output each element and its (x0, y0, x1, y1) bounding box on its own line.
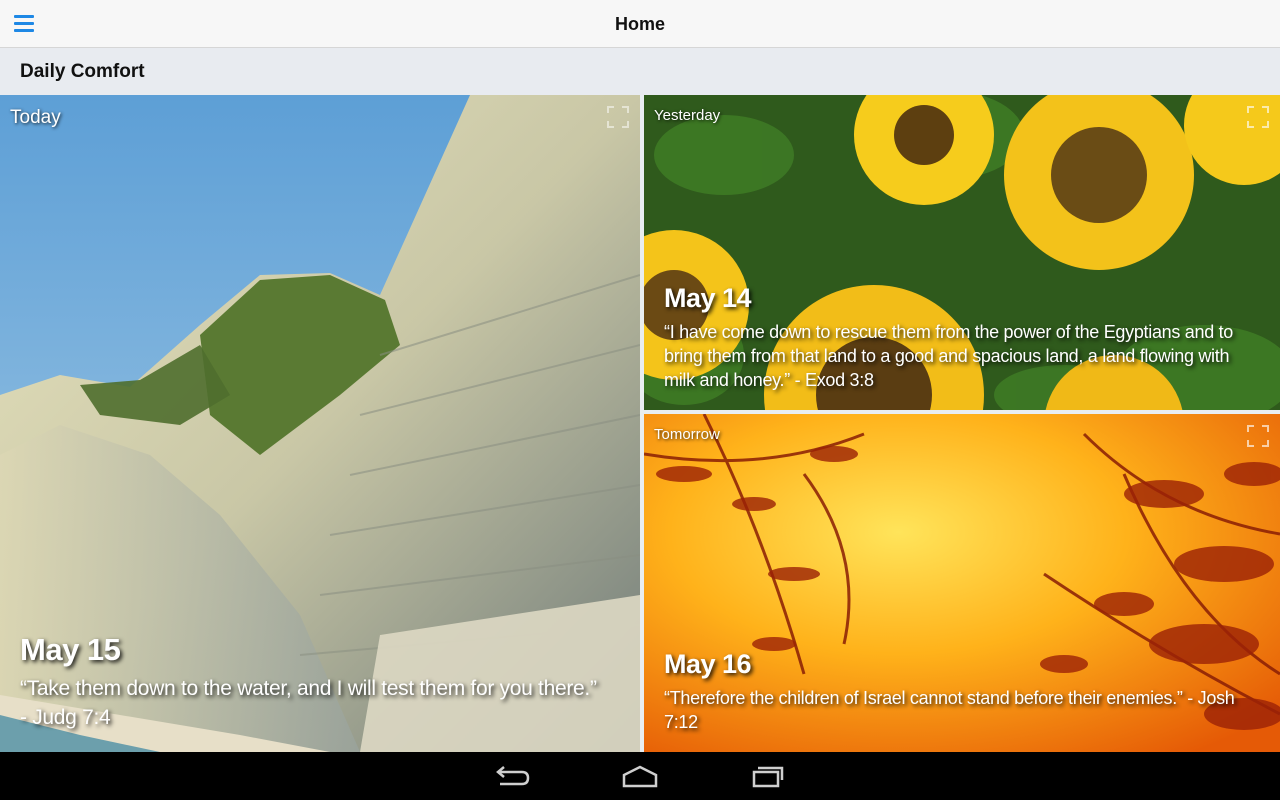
card-today-verse: “Take them down to the water, and I will… (20, 677, 597, 729)
action-bar: Home (0, 0, 1280, 48)
card-yesterday[interactable]: Yesterday May 14 “I have come down to re… (644, 95, 1280, 410)
card-yesterday-date: May 14 (664, 283, 752, 313)
section-title: Daily Comfort (20, 61, 145, 82)
card-yesterday-label: Yesterday (654, 107, 721, 124)
card-tomorrow-text: May 16 “Therefore the children of Israel… (664, 649, 1240, 734)
recent-apps-icon[interactable] (744, 762, 792, 790)
card-tomorrow-verse: “Therefore the children of Israel cannot… (664, 688, 1235, 732)
card-yesterday-verse: “I have come down to rescue them from th… (664, 322, 1234, 390)
card-tomorrow[interactable]: Tomorrow May 16 “Therefore the children … (644, 414, 1280, 752)
card-yesterday-text: May 14 “I have come down to rescue them … (664, 283, 1240, 392)
expand-icon[interactable] (1246, 105, 1270, 129)
card-today-label: Today (10, 107, 61, 128)
card-tomorrow-label: Tomorrow (654, 426, 720, 443)
home-icon[interactable] (616, 762, 664, 790)
page-title: Home (614, 14, 665, 34)
card-today-text: May 15 “Take them down to the water, and… (20, 632, 600, 732)
card-today-date: May 15 (20, 632, 121, 667)
card-grid: Today May 15 “Take them down to the wate… (0, 95, 1280, 752)
expand-icon[interactable] (1246, 424, 1270, 448)
back-icon[interactable] (488, 762, 536, 790)
menu-icon[interactable] (6, 6, 42, 42)
system-nav-bar (0, 752, 1280, 800)
section-header: Daily Comfort (0, 48, 1280, 95)
expand-icon[interactable] (606, 105, 630, 129)
card-tomorrow-date: May 16 (664, 649, 752, 679)
card-today[interactable]: Today May 15 “Take them down to the wate… (0, 95, 640, 752)
